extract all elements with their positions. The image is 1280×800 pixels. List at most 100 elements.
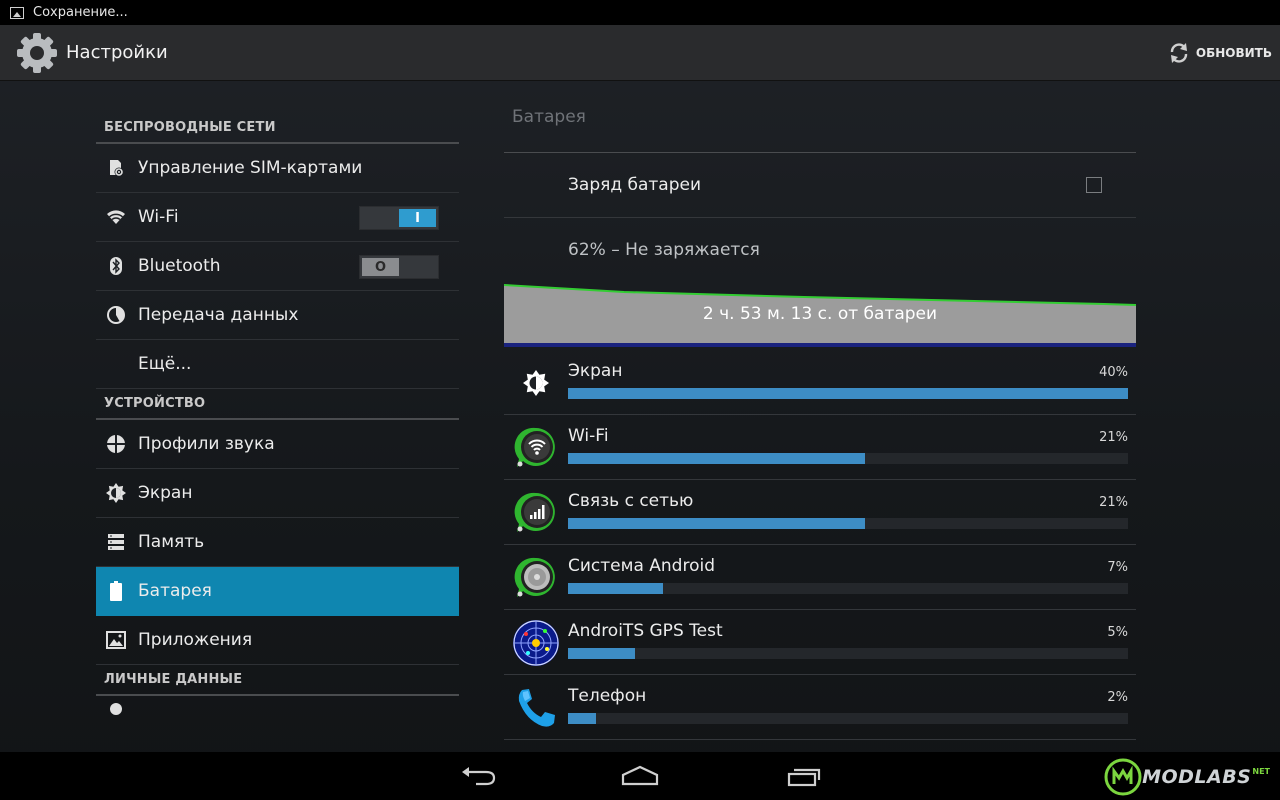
wifi-app-icon bbox=[512, 425, 560, 471]
usage-percent: 5% bbox=[1107, 625, 1128, 640]
usage-bar-fill bbox=[568, 453, 865, 464]
back-button[interactable] bbox=[438, 760, 518, 792]
section-header-device: УСТРОЙСТВО bbox=[96, 389, 459, 420]
watermark-text: MODLABS bbox=[1142, 766, 1252, 788]
sidebar-item-apps[interactable]: Приложения bbox=[96, 616, 459, 665]
usage-percent: 2% bbox=[1107, 690, 1128, 705]
battery-status: 62% – Не заряжается bbox=[504, 218, 1136, 282]
usage-label: Система Android bbox=[568, 556, 715, 576]
sidebar-item-label: Bluetooth bbox=[138, 256, 221, 276]
status-bar: Сохранение... bbox=[0, 0, 1280, 25]
sidebar-item-more[interactable]: Ещё... bbox=[96, 340, 459, 389]
section-header-wireless: БЕСПРОВОДНЫЕ СЕТИ bbox=[96, 113, 459, 144]
page-title: Батарея bbox=[504, 97, 1136, 153]
sidebar-item-battery[interactable]: Батарея bbox=[96, 567, 459, 616]
usage-row-screen[interactable]: Экран 40% bbox=[504, 350, 1136, 415]
usage-percent: 7% bbox=[1107, 560, 1128, 575]
bluetooth-toggle[interactable]: O bbox=[359, 255, 439, 279]
usage-bar-track bbox=[568, 453, 1128, 464]
section-header-personal: ЛИЧНЫЕ ДАННЫЕ bbox=[96, 665, 459, 696]
modlabs-watermark: MODLABS NET bbox=[1104, 758, 1270, 796]
usage-bar-fill bbox=[568, 713, 596, 724]
watermark-sup: NET bbox=[1252, 766, 1270, 776]
phone-icon bbox=[512, 685, 560, 731]
battery-percent-setting[interactable]: Заряд батареи bbox=[504, 153, 1136, 218]
sidebar-item-wifi[interactable]: Wi-Fi I bbox=[96, 193, 459, 242]
toggle-knob: I bbox=[399, 209, 436, 227]
battery-panel: Батарея Заряд батареи 62% – Не заряжаетс… bbox=[504, 97, 1136, 740]
bluetooth-icon bbox=[105, 255, 127, 277]
system-nav-bar: MODLABS NET bbox=[0, 752, 1280, 800]
usage-bar-track bbox=[568, 518, 1128, 529]
modlabs-logo-icon bbox=[1104, 758, 1142, 796]
usage-percent: 40% bbox=[1099, 365, 1128, 380]
usage-row-phone[interactable]: Телефон 2% bbox=[504, 675, 1136, 740]
usage-label: AndroiTS GPS Test bbox=[568, 621, 723, 641]
battery-percent-label: Заряд батареи bbox=[568, 175, 702, 195]
usage-bar-fill bbox=[568, 583, 664, 594]
usage-percent: 21% bbox=[1099, 430, 1128, 445]
battery-graph-baseline bbox=[504, 343, 1136, 347]
sidebar-item-label: Приложения bbox=[138, 630, 253, 650]
home-button[interactable] bbox=[600, 760, 680, 792]
sidebar-item-bluetooth[interactable]: Bluetooth O bbox=[96, 242, 459, 291]
app-title: Настройки bbox=[66, 42, 168, 63]
usage-label: Связь с сетью bbox=[568, 491, 694, 511]
settings-list: БЕСПРОВОДНЫЕ СЕТИ Управление SIM-картами… bbox=[96, 113, 459, 718]
sidebar-item-label: Wi-Fi bbox=[138, 207, 179, 227]
sidebar-item-label: Передача данных bbox=[138, 305, 299, 325]
usage-bar-fill bbox=[568, 648, 636, 659]
battery-status-text: 62% – Не заряжается bbox=[568, 240, 760, 260]
battery-duration-label: 2 ч. 53 м. 13 с. от батареи bbox=[702, 304, 938, 324]
back-icon bbox=[462, 767, 496, 786]
data-usage-icon bbox=[105, 304, 127, 326]
battery-icon bbox=[105, 580, 127, 602]
settings-gear-icon[interactable] bbox=[15, 31, 59, 75]
android-system-icon bbox=[512, 555, 560, 601]
sidebar-item-sim-management[interactable]: Управление SIM-картами bbox=[96, 144, 459, 193]
action-bar: Настройки ОБНОВИТЬ bbox=[0, 25, 1280, 81]
wifi-toggle[interactable]: I bbox=[359, 206, 439, 230]
usage-label: Экран bbox=[568, 361, 623, 381]
location-icon bbox=[105, 702, 127, 718]
battery-history-graph[interactable]: 2 ч. 53 м. 13 с. от батареи bbox=[504, 282, 1136, 350]
wifi-icon bbox=[105, 206, 127, 228]
home-icon bbox=[621, 765, 659, 786]
usage-bar-track bbox=[568, 583, 1128, 594]
sidebar-item-data-usage[interactable]: Передача данных bbox=[96, 291, 459, 340]
usage-bar-track bbox=[568, 388, 1128, 399]
sidebar-item-label: Профили звука bbox=[138, 434, 275, 454]
usage-row-gps-test[interactable]: AndroiTS GPS Test 5% bbox=[504, 610, 1136, 675]
sidebar-item-label: Экран bbox=[138, 483, 193, 503]
battery-percent-checkbox[interactable] bbox=[1086, 177, 1102, 193]
gps-test-icon bbox=[512, 620, 560, 666]
usage-row-android-system[interactable]: Система Android 7% bbox=[504, 545, 1136, 610]
sidebar-item-label: Память bbox=[138, 532, 205, 552]
sidebar-item-sound-profiles[interactable]: Профили звука bbox=[96, 420, 459, 469]
usage-row-cell-standby[interactable]: Связь с сетью 21% bbox=[504, 480, 1136, 545]
sidebar-item-location-partial[interactable] bbox=[96, 696, 459, 718]
storage-icon bbox=[105, 531, 127, 553]
cell-signal-app-icon bbox=[512, 490, 560, 536]
status-text: Сохранение... bbox=[33, 5, 128, 20]
usage-row-wifi[interactable]: Wi-Fi 21% bbox=[504, 415, 1136, 480]
sidebar-item-storage[interactable]: Память bbox=[96, 518, 459, 567]
usage-bar-track bbox=[568, 648, 1128, 659]
usage-label: Wi-Fi bbox=[568, 426, 609, 446]
sound-profile-icon bbox=[105, 433, 127, 455]
usage-bar-fill bbox=[568, 388, 1128, 399]
sidebar-item-display[interactable]: Экран bbox=[96, 469, 459, 518]
sidebar-item-label: Батарея bbox=[138, 581, 212, 601]
usage-label: Телефон bbox=[568, 686, 647, 706]
toggle-knob: O bbox=[362, 258, 399, 276]
refresh-label: ОБНОВИТЬ bbox=[1195, 46, 1272, 60]
screen-brightness-icon bbox=[512, 360, 560, 406]
sidebar-item-label: Управление SIM-картами bbox=[138, 158, 363, 178]
brightness-icon bbox=[105, 482, 127, 504]
refresh-icon bbox=[1170, 43, 1188, 63]
image-notification-icon bbox=[10, 6, 24, 19]
apps-icon bbox=[105, 629, 127, 651]
refresh-button[interactable]: ОБНОВИТЬ bbox=[1167, 25, 1272, 81]
recents-button[interactable] bbox=[763, 760, 843, 792]
recents-icon bbox=[787, 768, 821, 787]
